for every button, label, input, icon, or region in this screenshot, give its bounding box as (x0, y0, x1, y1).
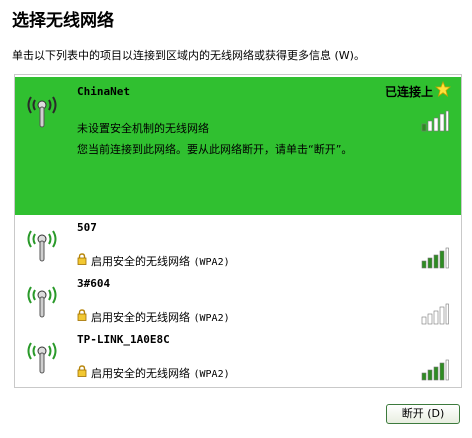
network-name: 3#604 (77, 277, 111, 290)
security-desc: 启用安全的无线网络 (91, 311, 190, 324)
network-list[interactable]: ChinaNet 已连接上 未设置安全机制的无线网络 您当前连接到此网络。要从此… (14, 74, 462, 388)
security-type: (WPA2) (193, 257, 230, 268)
network-item-chinanet[interactable]: ChinaNet 已连接上 未设置安全机制的无线网络 您当前连接到此网络。要从此… (15, 77, 461, 215)
wireless-antenna-icon (27, 342, 57, 374)
security-desc: 启用安全的无线网络 (91, 367, 190, 380)
lock-icon (77, 365, 87, 377)
security-label: 启用安全的无线网络 (WPA2) (91, 253, 230, 269)
security-desc: 启用安全的无线网络 (91, 255, 190, 268)
wireless-antenna-icon (27, 286, 57, 318)
network-name: TP-LINK_1A0E8C (77, 333, 170, 346)
security-label: 启用安全的无线网络 (WPA2) (91, 365, 230, 381)
page-subtitle: 单击以下列表中的项目以连接到区域内的无线网络或获得更多信息 (W)。 (12, 49, 365, 62)
page-title: 选择无线网络 (12, 11, 114, 31)
connection-status: 已连接上 (384, 85, 433, 99)
network-name: ChinaNet (77, 85, 130, 98)
network-security-desc: 未设置安全机制的无线网络 (77, 122, 209, 135)
lock-icon (77, 253, 87, 265)
network-item-507[interactable]: 507 启用安全的无线网络 (WPA2) (15, 217, 461, 273)
signal-strength-icon (421, 303, 449, 325)
wireless-antenna-icon (27, 230, 57, 262)
security-label: 启用安全的无线网络 (WPA2) (91, 309, 230, 325)
signal-strength-icon (421, 359, 449, 381)
network-connection-desc: 您当前连接到此网络。要从此网络断开，请单击“断开”。 (77, 143, 353, 156)
wireless-antenna-icon (27, 96, 57, 128)
signal-strength-icon (421, 110, 449, 132)
star-icon (435, 81, 451, 97)
signal-strength-icon (421, 247, 449, 269)
security-type: (WPA2) (193, 313, 230, 324)
network-item-3604[interactable]: 3#604 启用安全的无线网络 (WPA2) (15, 273, 461, 329)
security-type: (WPA2) (193, 369, 230, 380)
disconnect-button[interactable]: 断开 (D) (386, 404, 460, 424)
lock-icon (77, 309, 87, 321)
network-item-tp-link[interactable]: TP-LINK_1A0E8C 启用安全的无线网络 (WPA2) (15, 329, 461, 387)
network-name: 507 (77, 221, 97, 234)
